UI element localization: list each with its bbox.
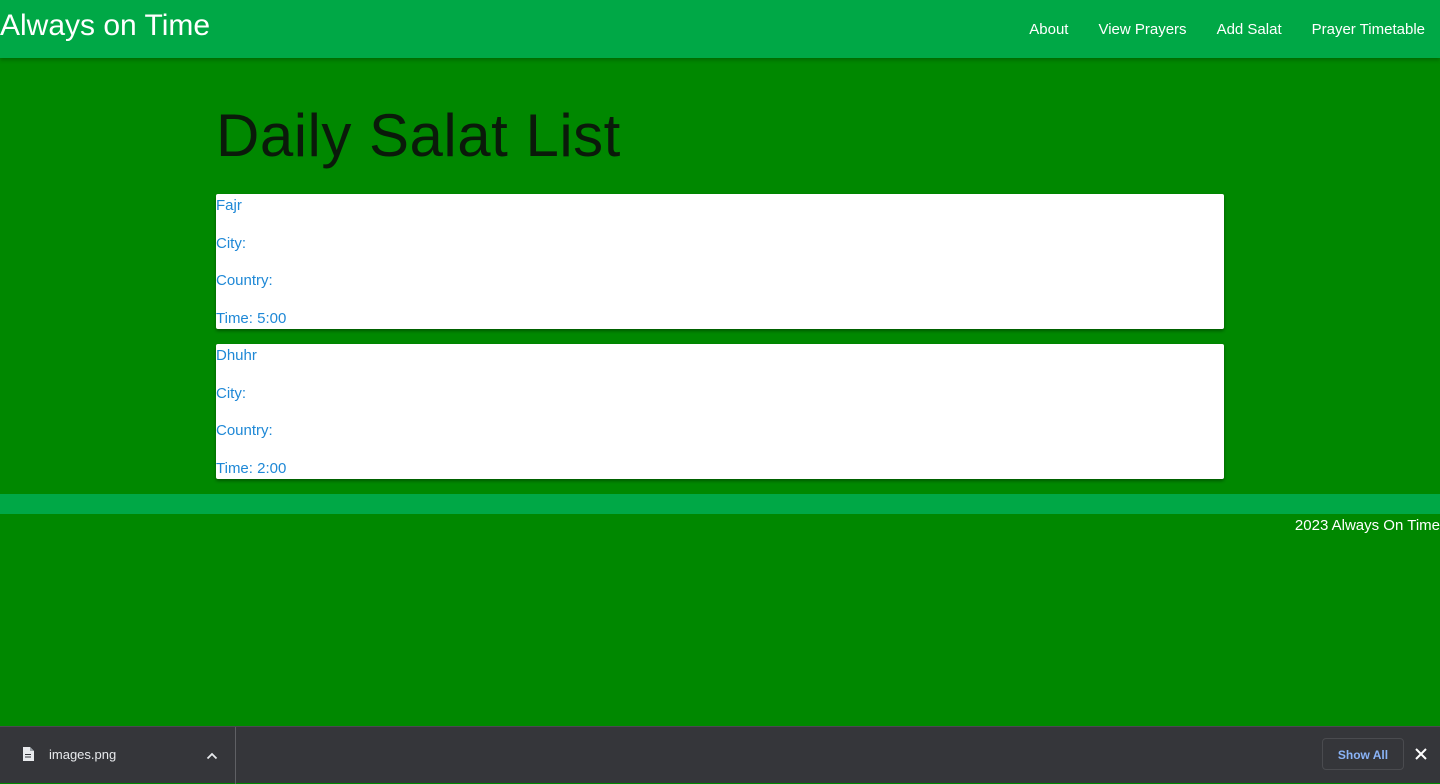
chevron-up-icon[interactable] [205, 749, 219, 763]
brand-link[interactable]: Always on Time [0, 8, 210, 44]
salat-city: City: [216, 235, 246, 252]
footer-text: 2023 Always On Time [1294, 517, 1440, 534]
file-icon [23, 747, 34, 761]
download-item[interactable]: images.png [0, 727, 236, 784]
download-file-name: images.png [49, 747, 117, 762]
salat-city: City: [216, 385, 246, 402]
salat-name: Dhuhr [216, 347, 257, 364]
salat-name: Fajr [216, 197, 242, 214]
nav-links: About View Prayers Add Salat Prayer Time… [999, 0, 1425, 58]
salat-list: Fajr City: Country: Time: 5:00 Dhuhr Cit… [216, 194, 1224, 494]
download-shelf: images.png Show All [0, 726, 1440, 784]
nav-link-add-salat[interactable]: Add Salat [1217, 21, 1282, 38]
nav-link-prayer-timetable[interactable]: Prayer Timetable [1312, 21, 1425, 38]
nav-link-view-prayers[interactable]: View Prayers [1098, 21, 1186, 38]
salat-time: Time: 5:00 [216, 310, 287, 327]
close-icon[interactable] [1414, 747, 1428, 761]
salat-card-dhuhr[interactable]: Dhuhr City: Country: Time: 2:00 [216, 344, 1224, 479]
navbar: Always on Time About View Prayers Add Sa… [0, 0, 1440, 58]
show-all-button[interactable]: Show All [1322, 738, 1404, 770]
salat-card-fajr[interactable]: Fajr City: Country: Time: 5:00 [216, 194, 1224, 329]
page-title: Daily Salat List [216, 102, 621, 169]
salat-country: Country: [216, 422, 273, 439]
salat-country: Country: [216, 272, 273, 289]
footer-bar [0, 494, 1440, 514]
salat-time: Time: 2:00 [216, 460, 287, 477]
nav-link-about[interactable]: About [1029, 21, 1068, 38]
